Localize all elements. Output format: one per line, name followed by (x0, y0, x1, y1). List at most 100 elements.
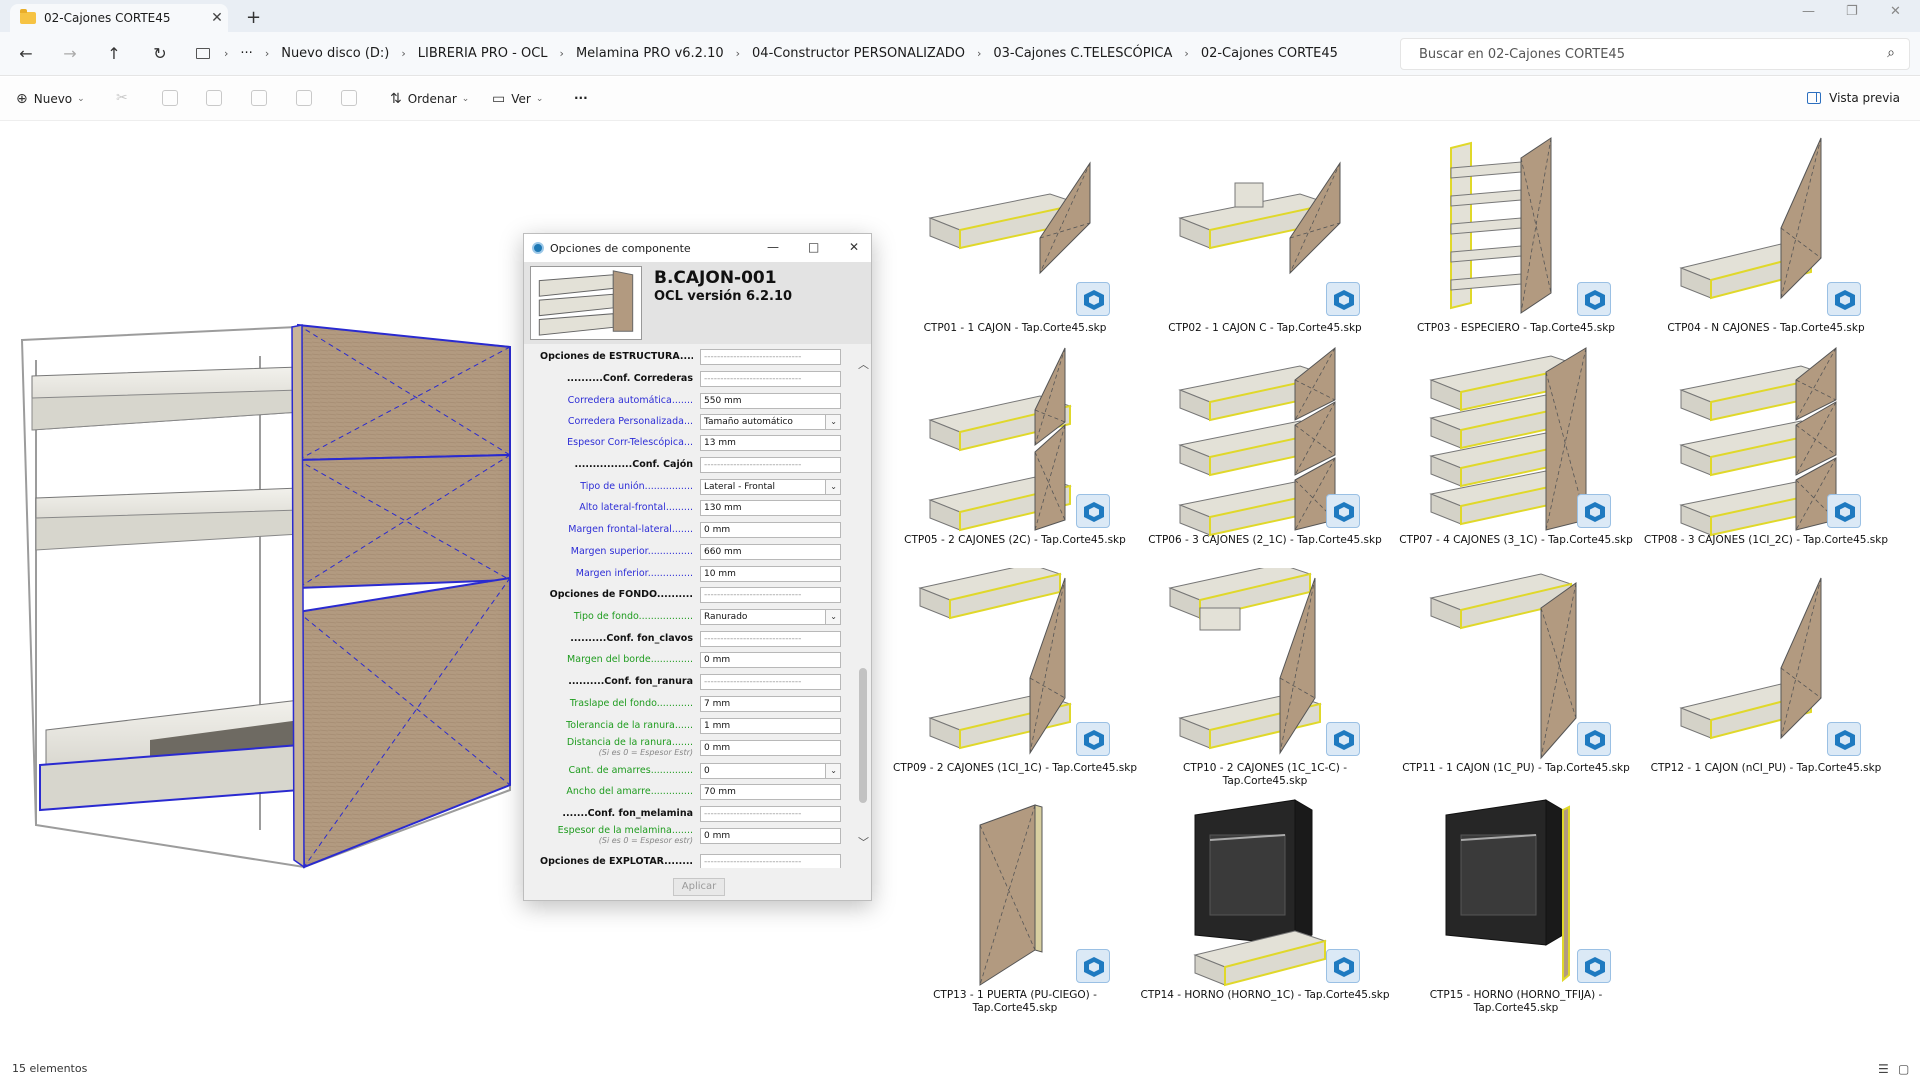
share-icon[interactable] (296, 90, 312, 106)
scrollbar-thumb[interactable] (859, 668, 867, 803)
breadcrumb-separator[interactable]: › (401, 47, 405, 60)
computer-icon[interactable] (196, 48, 210, 59)
file-item[interactable]: CTP15 - HORNO (HORNO_TFIJA) - Tap.Corte4… (1391, 795, 1641, 1020)
option-input[interactable]: 130 mm (700, 500, 841, 516)
file-name: CTP03 - ESPECIERO - Tap.Corte45.skp (1417, 322, 1615, 334)
options-list: Opciones de ESTRUCTURA....... -----------… (540, 348, 853, 868)
tab-current-folder[interactable]: 02-Cajones CORTE45 ✕ (10, 4, 228, 32)
scroll-down-icon[interactable]: ﹀ (858, 834, 869, 850)
option-input[interactable]: 0 mm (700, 652, 841, 668)
file-item[interactable]: CTP11 - 1 CAJON (1C_PU) - Tap.Corte45.sk… (1391, 568, 1641, 793)
dialog-close-button[interactable]: ✕ (849, 240, 859, 254)
section-separator-field: ------------------------------ (700, 631, 841, 647)
option-select[interactable]: Tamaño automático ⌄ (700, 414, 841, 430)
option-select[interactable]: 0 ⌄ (700, 763, 841, 779)
file-name: CTP04 - N CAJONES - Tap.Corte45.skp (1667, 322, 1865, 334)
option-select[interactable]: Ranurado ⌄ (700, 609, 841, 625)
option-input[interactable]: 0 mm (700, 740, 841, 756)
details-view-icon[interactable]: ☰ (1878, 1062, 1889, 1076)
preview-pane-button[interactable]: Vista previa (1807, 91, 1900, 105)
option-input[interactable]: 70 mm (700, 784, 841, 800)
up-button[interactable]: ↑ (102, 44, 126, 63)
restore-button[interactable]: ❐ (1846, 4, 1858, 19)
copy-icon[interactable] (162, 90, 178, 106)
breadcrumb-separator[interactable]: › (560, 47, 564, 60)
breadcrumb-separator[interactable]: › (736, 47, 740, 60)
dialog-minimize-button[interactable]: — (767, 240, 779, 254)
sketchup-file-icon (1827, 722, 1861, 756)
file-item[interactable]: CTP14 - HORNO (HORNO_1C) - Tap.Corte45.s… (1140, 795, 1390, 1020)
new-button[interactable]: ⊕ Nuevo ⌄ (16, 91, 85, 107)
file-item[interactable]: CTP04 - N CAJONES - Tap.Corte45.skp (1641, 128, 1891, 353)
close-window-button[interactable]: ✕ (1890, 4, 1901, 19)
section-separator-field: ------------------------------ (700, 587, 841, 603)
file-item[interactable]: CTP12 - 1 CAJON (nCI_PU) - Tap.Corte45.s… (1641, 568, 1891, 793)
option-label: Opciones de ESTRUCTURA....... (540, 351, 693, 362)
more-options-button[interactable]: ··· (574, 91, 588, 105)
option-row: Tipo de unión................ Lateral - F… (540, 478, 853, 496)
dialog-maximize-button[interactable]: □ (808, 240, 819, 254)
breadcrumb-overflow[interactable]: ··· (240, 46, 252, 61)
file-item[interactable]: CTP03 - ESPECIERO - Tap.Corte45.skp (1391, 128, 1641, 353)
sketchup-file-icon (1076, 949, 1110, 983)
option-input[interactable]: 660 mm (700, 544, 841, 560)
file-item[interactable]: CTP05 - 2 CAJONES (2C) - Tap.Corte45.skp (890, 340, 1140, 565)
dialog-title: Opciones de componente (550, 241, 691, 255)
apply-button[interactable]: Aplicar (673, 878, 725, 896)
new-tab-button[interactable]: + (246, 7, 261, 28)
file-item[interactable]: CTP01 - 1 CAJON - Tap.Corte45.skp (890, 128, 1140, 353)
breadcrumb-separator[interactable]: › (977, 47, 981, 60)
sketchup-file-icon (1577, 722, 1611, 756)
file-item[interactable]: CTP02 - 1 CAJON C - Tap.Corte45.skp (1140, 128, 1390, 353)
dialog-titlebar[interactable]: Opciones de componente — □ ✕ (524, 234, 871, 262)
breadcrumb-item[interactable]: Nuevo disco (D:) (281, 46, 389, 61)
file-item[interactable]: CTP10 - 2 CAJONES (1C_1C-C) - Tap.Corte4… (1140, 568, 1390, 793)
minimize-button[interactable]: — (1802, 4, 1815, 19)
file-item[interactable]: CTP07 - 4 CAJONES (3_1C) - Tap.Corte45.s… (1391, 340, 1641, 565)
sketchup-file-icon (1076, 722, 1110, 756)
breadcrumb-item[interactable]: LIBRERIA PRO - OCL (418, 46, 548, 61)
breadcrumb-separator[interactable]: › (265, 47, 269, 60)
option-value: 0 mm (704, 655, 731, 665)
sketchup-file-icon (1076, 494, 1110, 528)
view-button[interactable]: ▭ Ver ⌄ (492, 91, 543, 107)
breadcrumb-item[interactable]: 04-Constructor PERSONALIZADO (752, 46, 965, 61)
cut-icon[interactable]: ✂ (116, 90, 132, 106)
back-button[interactable]: ← (14, 44, 38, 63)
option-input[interactable]: 7 mm (700, 696, 841, 712)
file-item[interactable]: CTP08 - 3 CAJONES (1CI_2C) - Tap.Corte45… (1641, 340, 1891, 565)
large-icons-view-icon[interactable]: ▢ (1898, 1062, 1909, 1076)
file-item[interactable]: CTP06 - 3 CAJONES (2_1C) - Tap.Corte45.s… (1140, 340, 1390, 565)
delete-icon[interactable] (341, 90, 357, 106)
option-input[interactable]: 0 mm (700, 828, 841, 844)
file-item[interactable]: CTP13 - 1 PUERTA (PU-CIEGO) - Tap.Corte4… (890, 795, 1140, 1020)
option-value: 70 mm (704, 787, 736, 797)
file-name: CTP15 - HORNO (HORNO_TFIJA) - Tap.Corte4… (1429, 989, 1603, 1014)
option-input[interactable]: 550 mm (700, 393, 841, 409)
close-tab-icon[interactable]: ✕ (206, 10, 228, 26)
option-input[interactable]: 1 mm (700, 718, 841, 734)
sketchup-file-icon (1326, 494, 1360, 528)
sort-button[interactable]: ⇅ Ordenar ⌄ (390, 91, 469, 107)
option-input[interactable]: 13 mm (700, 435, 841, 451)
rename-icon[interactable] (251, 90, 267, 106)
paste-icon[interactable] (206, 90, 222, 106)
file-item[interactable]: CTP09 - 2 CAJONES (1CI_1C) - Tap.Corte45… (890, 568, 1140, 793)
scroll-up-icon[interactable]: ︿ (858, 356, 869, 372)
forward-button[interactable]: → (58, 44, 82, 63)
breadcrumb-item[interactable]: 03-Cajones C.TELESCÓPICA (993, 46, 1172, 61)
breadcrumb-separator[interactable]: › (224, 47, 228, 60)
option-row: Opciones de ESTRUCTURA....... -----------… (540, 348, 853, 366)
breadcrumb-item-current[interactable]: 02-Cajones CORTE45 (1201, 46, 1338, 61)
option-input[interactable]: 0 mm (700, 522, 841, 538)
options-scrollbar[interactable]: ︿ ﹀ (856, 348, 870, 858)
breadcrumb-item[interactable]: Melamina PRO v6.2.10 (576, 46, 724, 61)
new-button-label: Nuevo (33, 92, 73, 106)
preview-pane-icon (1807, 92, 1822, 104)
search-input[interactable]: Buscar en 02-Cajones CORTE45 ⌕ (1400, 38, 1910, 70)
option-value: 550 mm (704, 396, 742, 406)
option-input[interactable]: 10 mm (700, 566, 841, 582)
breadcrumb-separator[interactable]: › (1184, 47, 1188, 60)
refresh-button[interactable]: ↻ (148, 44, 172, 63)
option-select[interactable]: Lateral - Frontal ⌄ (700, 479, 841, 495)
